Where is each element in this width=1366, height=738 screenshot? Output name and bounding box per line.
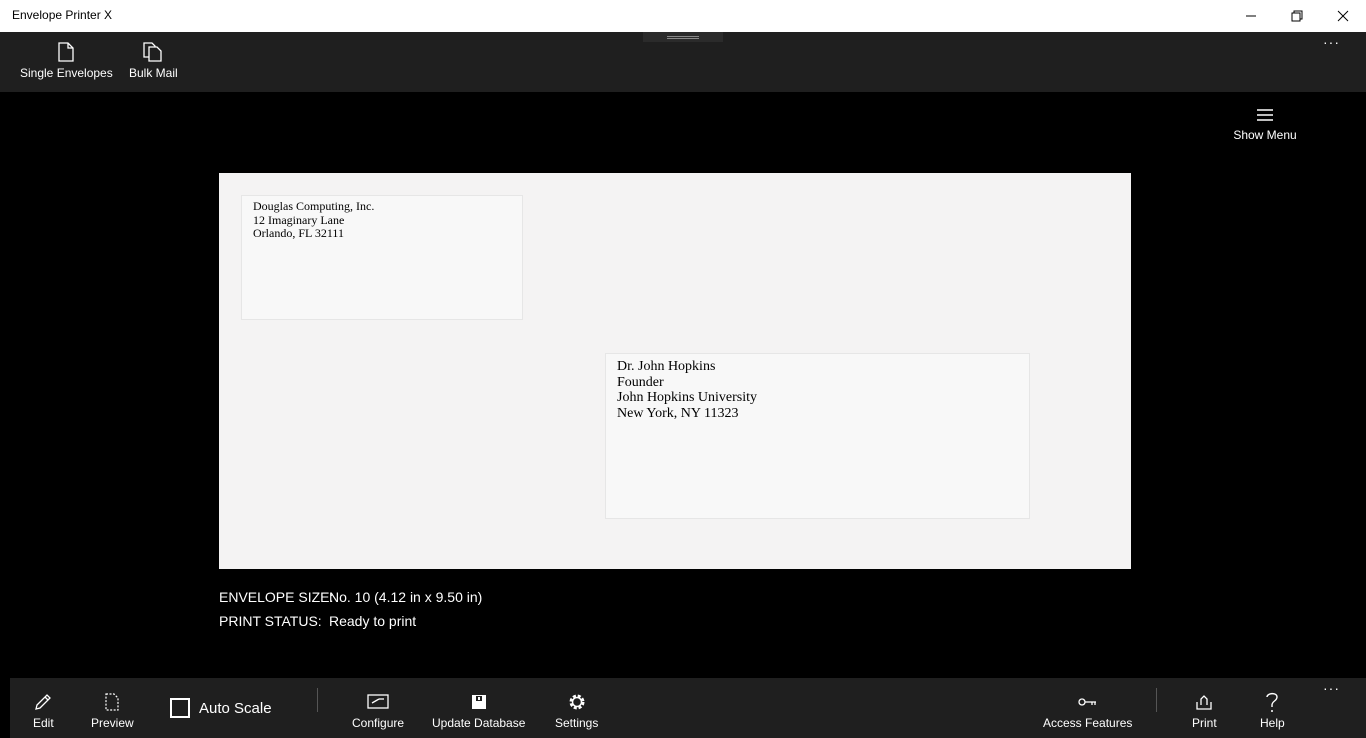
- preview-button[interactable]: Preview: [91, 690, 134, 730]
- envelope-size-label: ENVELOPE SIZE:: [219, 589, 334, 605]
- update-database-button[interactable]: Update Database: [432, 690, 525, 730]
- show-menu-button[interactable]: Show Menu: [1232, 108, 1298, 142]
- documents-icon: [143, 42, 162, 62]
- title-bar: Envelope Printer X: [0, 0, 1366, 32]
- access-features-button[interactable]: Access Features: [1043, 690, 1132, 730]
- share-print-icon: [1196, 695, 1212, 710]
- print-button[interactable]: Print: [1192, 690, 1217, 730]
- hamburger-icon: [1257, 109, 1273, 121]
- restore-button[interactable]: [1274, 0, 1320, 32]
- show-menu-label: Show Menu: [1233, 128, 1297, 142]
- restore-icon: [1291, 10, 1303, 22]
- question-icon: [1266, 692, 1279, 712]
- settings-label: Settings: [555, 716, 599, 730]
- preview-icon: [105, 693, 119, 711]
- bottom-more-button[interactable]: ···: [1323, 680, 1340, 696]
- recipient-address-line: New York, NY 11323: [617, 405, 739, 421]
- recipient-address-line: Founder: [617, 374, 664, 390]
- pencil-icon: [35, 694, 52, 710]
- minimize-button[interactable]: [1228, 0, 1274, 32]
- return-address-line: Douglas Computing, Inc.: [253, 199, 375, 213]
- print-status-row: PRINT STATUS: Ready to print: [219, 613, 416, 629]
- drag-handle[interactable]: [643, 32, 723, 42]
- configure-label: Configure: [352, 716, 405, 730]
- toolbar-separator: [317, 688, 318, 712]
- return-address-box[interactable]: Douglas Computing, Inc. 12 Imaginary Lan…: [241, 195, 523, 320]
- update-database-label: Update Database: [432, 716, 526, 730]
- preview-label: Preview: [91, 716, 134, 730]
- configure-button[interactable]: Configure: [352, 690, 404, 730]
- configure-icon: [367, 694, 389, 709]
- recipient-address-line: Dr. John Hopkins: [617, 359, 716, 374]
- bulk-mail-button[interactable]: Bulk Mail: [129, 42, 178, 88]
- access-features-label: Access Features: [1043, 716, 1133, 730]
- help-button[interactable]: Help: [1260, 690, 1285, 730]
- envelope-size-row: ENVELOPE SIZE: No. 10 (4.12 in x 9.50 in…: [219, 589, 482, 605]
- database-save-icon: [471, 695, 486, 709]
- top-more-button[interactable]: ···: [1323, 34, 1340, 50]
- single-envelopes-label: Single Envelopes: [20, 66, 113, 80]
- auto-scale-checkbox[interactable]: Auto Scale: [170, 698, 272, 718]
- gear-icon: [569, 694, 585, 710]
- envelope-preview: Douglas Computing, Inc. 12 Imaginary Lan…: [219, 173, 1131, 569]
- edit-label: Edit: [33, 716, 54, 730]
- top-toolbar: Single Envelopes Bulk Mail ···: [0, 32, 1366, 92]
- settings-button[interactable]: Settings: [555, 690, 598, 730]
- print-status-label: PRINT STATUS:: [219, 613, 322, 629]
- checkbox-box: [170, 698, 190, 718]
- recipient-address-box[interactable]: Dr. John Hopkins Founder John Hopkins Un…: [605, 353, 1030, 519]
- close-button[interactable]: [1320, 0, 1366, 32]
- bottom-toolbar: Edit Preview Auto Scale Configure Update…: [10, 678, 1366, 738]
- return-address-line: Orlando, FL 32111: [253, 226, 344, 240]
- auto-scale-label: Auto Scale: [199, 699, 272, 717]
- key-icon: [1078, 698, 1096, 706]
- help-label: Help: [1260, 716, 1285, 730]
- envelope-size-value: No. 10 (4.12 in x 9.50 in): [329, 589, 483, 605]
- toolbar-separator: [1156, 688, 1157, 712]
- single-envelopes-button[interactable]: Single Envelopes: [20, 42, 113, 88]
- print-status-value: Ready to print: [329, 613, 417, 629]
- bulk-mail-label: Bulk Mail: [129, 66, 178, 80]
- edit-button[interactable]: Edit: [33, 690, 54, 730]
- document-icon: [58, 42, 75, 62]
- app-title: Envelope Printer X: [12, 8, 113, 22]
- close-icon: [1337, 10, 1349, 22]
- return-address-line: 12 Imaginary Lane: [253, 212, 345, 227]
- recipient-address-line: John Hopkins University: [617, 390, 757, 405]
- minimize-icon: [1246, 15, 1256, 17]
- print-label: Print: [1192, 716, 1217, 730]
